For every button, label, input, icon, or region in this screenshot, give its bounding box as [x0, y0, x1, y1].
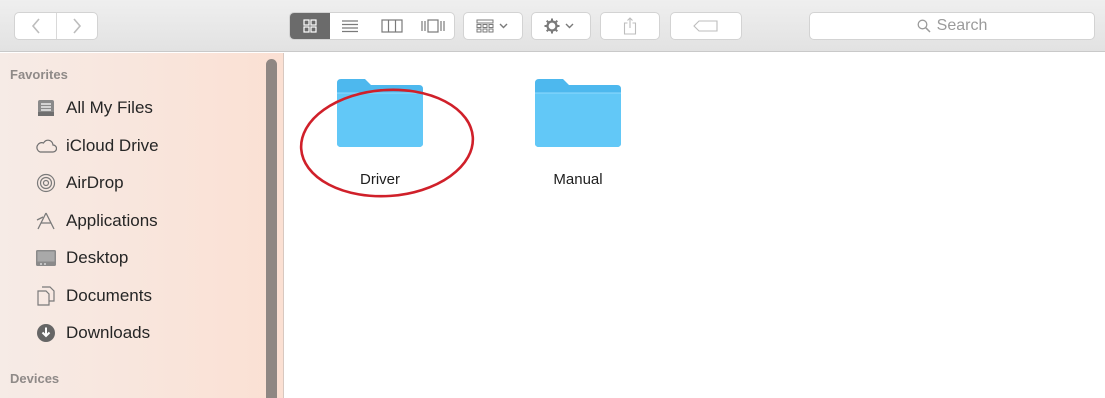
applications-icon [34, 209, 58, 233]
folder-label: Manual [553, 171, 603, 188]
airdrop-icon [34, 171, 58, 195]
devices-heading: Devices [10, 371, 60, 386]
tag-icon [693, 20, 718, 32]
chevron-right-icon [73, 18, 82, 34]
favorites-heading: Favorites [10, 67, 68, 82]
cover-flow-icon [421, 19, 445, 33]
sidebar-item-label: Desktop [66, 248, 129, 267]
search-placeholder: Search [936, 17, 988, 34]
sidebar-item-label: All My Files [66, 98, 153, 117]
cloud-icon [34, 134, 58, 158]
sidebar-item-applications[interactable]: Applications [34, 207, 158, 235]
toolbar: Search [0, 0, 1105, 52]
column-view-button[interactable] [371, 13, 413, 39]
cover-flow-view-button[interactable] [413, 13, 455, 39]
arrange-button[interactable] [463, 12, 523, 40]
all-files-icon [34, 96, 58, 120]
sidebar-item-downloads[interactable]: Downloads [34, 319, 150, 347]
sidebar-item-label: Applications [66, 211, 158, 230]
folder-item-manual[interactable]: Manual [523, 77, 633, 188]
gear-icon [544, 18, 574, 34]
sidebar-item-desktop[interactable]: Desktop [34, 244, 128, 272]
search-icon [917, 19, 931, 33]
forward-button[interactable] [56, 13, 97, 39]
tag-button[interactable] [670, 12, 742, 40]
sidebar-item-airdrop[interactable]: AirDrop [34, 169, 124, 197]
search-field[interactable]: Search [809, 12, 1095, 40]
sidebar: Favorites All My Files iCloud Drive AirD… [0, 53, 284, 398]
back-button[interactable] [15, 13, 56, 39]
icon-view-button[interactable] [290, 13, 330, 39]
share-icon [623, 17, 637, 35]
sidebar-item-label: Downloads [66, 323, 151, 342]
folder-icon [535, 79, 621, 147]
desktop-icon [34, 246, 58, 270]
chevron-left-icon [31, 18, 40, 34]
sidebar-scrollbar[interactable] [266, 59, 277, 398]
sidebar-item-documents[interactable]: Documents [34, 282, 152, 310]
highlight-circle-annotation [299, 88, 475, 198]
sidebar-item-icloud-drive[interactable]: iCloud Drive [34, 132, 159, 160]
documents-icon [34, 284, 58, 308]
sidebar-item-all-my-files[interactable]: All My Files [34, 94, 153, 122]
action-button[interactable] [531, 12, 591, 40]
share-button[interactable] [600, 12, 660, 40]
navigation-buttons [14, 12, 98, 40]
view-mode-selector [289, 12, 455, 40]
icon-view-icon [303, 19, 317, 33]
file-browser-content: Driver Manual [285, 53, 1105, 398]
sidebar-item-label: Documents [66, 286, 152, 305]
sidebar-item-label: AirDrop [66, 173, 124, 192]
list-view-icon [342, 20, 359, 33]
downloads-icon [34, 321, 58, 345]
arrange-icon [476, 19, 508, 33]
sidebar-item-label: iCloud Drive [66, 136, 159, 155]
list-view-button[interactable] [330, 13, 372, 39]
column-view-icon [381, 19, 403, 33]
